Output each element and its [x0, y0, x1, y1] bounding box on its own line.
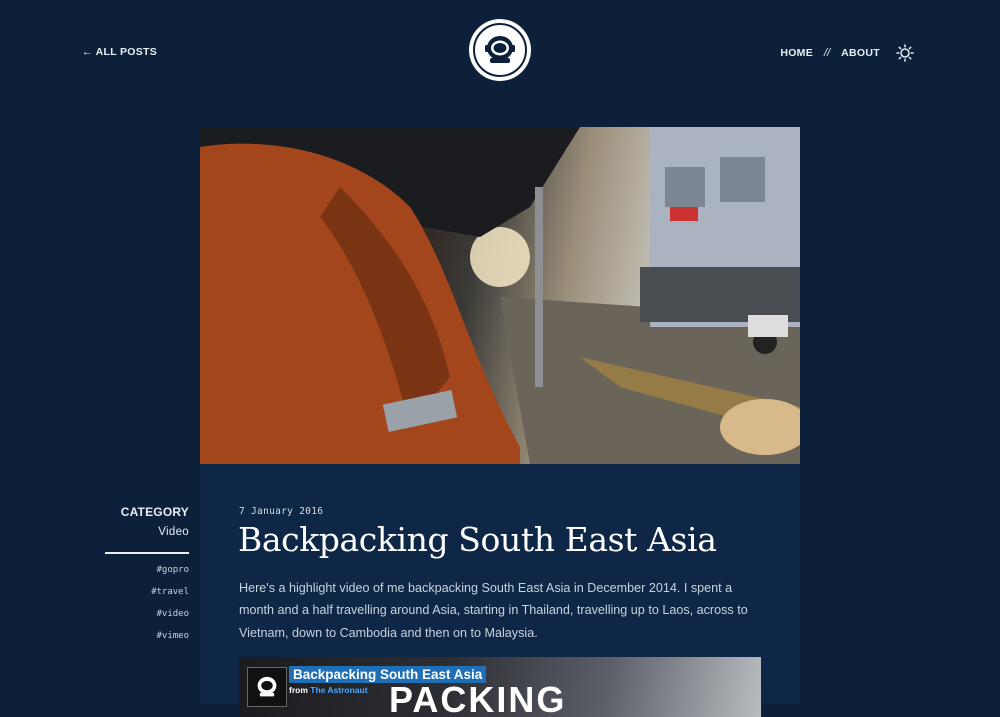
sun-icon — [896, 44, 914, 62]
astronaut-helmet-icon — [485, 36, 515, 63]
post-content: 7 January 2016 Backpacking South East As… — [200, 464, 800, 717]
nav-separator: // — [824, 47, 831, 59]
nav-home[interactable]: HOME — [780, 47, 813, 59]
tag-link[interactable]: #video — [105, 609, 189, 619]
embedded-video[interactable]: Backpacking South East Asia from The Ast… — [239, 657, 761, 717]
tag-link[interactable]: #gopro — [105, 565, 189, 575]
hero-image — [200, 127, 800, 464]
site-logo[interactable] — [469, 19, 531, 81]
category-value[interactable]: Video — [105, 526, 189, 538]
nav-about[interactable]: ABOUT — [841, 47, 880, 59]
tag-link[interactable]: #vimeo — [105, 631, 189, 641]
post-body: Here's a highlight video of me backpacki… — [239, 581, 748, 640]
astronaut-helmet-icon — [257, 676, 277, 697]
tag-list: #gopro #travel #video #vimeo — [105, 565, 189, 641]
video-channel-avatar[interactable] — [247, 667, 287, 707]
all-posts-link[interactable]: ← ALL POSTS — [82, 46, 157, 58]
theme-toggle-button[interactable] — [896, 44, 914, 62]
post-sidebar: CATEGORY Video #gopro #travel #video #vi… — [105, 505, 189, 653]
main-nav: HOME // ABOUT — [780, 44, 914, 62]
tag-link[interactable]: #travel — [105, 587, 189, 597]
logo-ring — [473, 23, 527, 77]
post-title: Backpacking South East Asia — [238, 520, 717, 559]
post-date: 7 January 2016 — [239, 506, 324, 517]
sidebar-divider — [105, 552, 189, 554]
category-label: CATEGORY — [120, 505, 189, 519]
hero-photo-illustration — [200, 127, 800, 464]
video-overlay-text: PACKING — [389, 679, 567, 717]
site-header: ← ALL POSTS HOME // ABOUT — [0, 0, 1000, 110]
